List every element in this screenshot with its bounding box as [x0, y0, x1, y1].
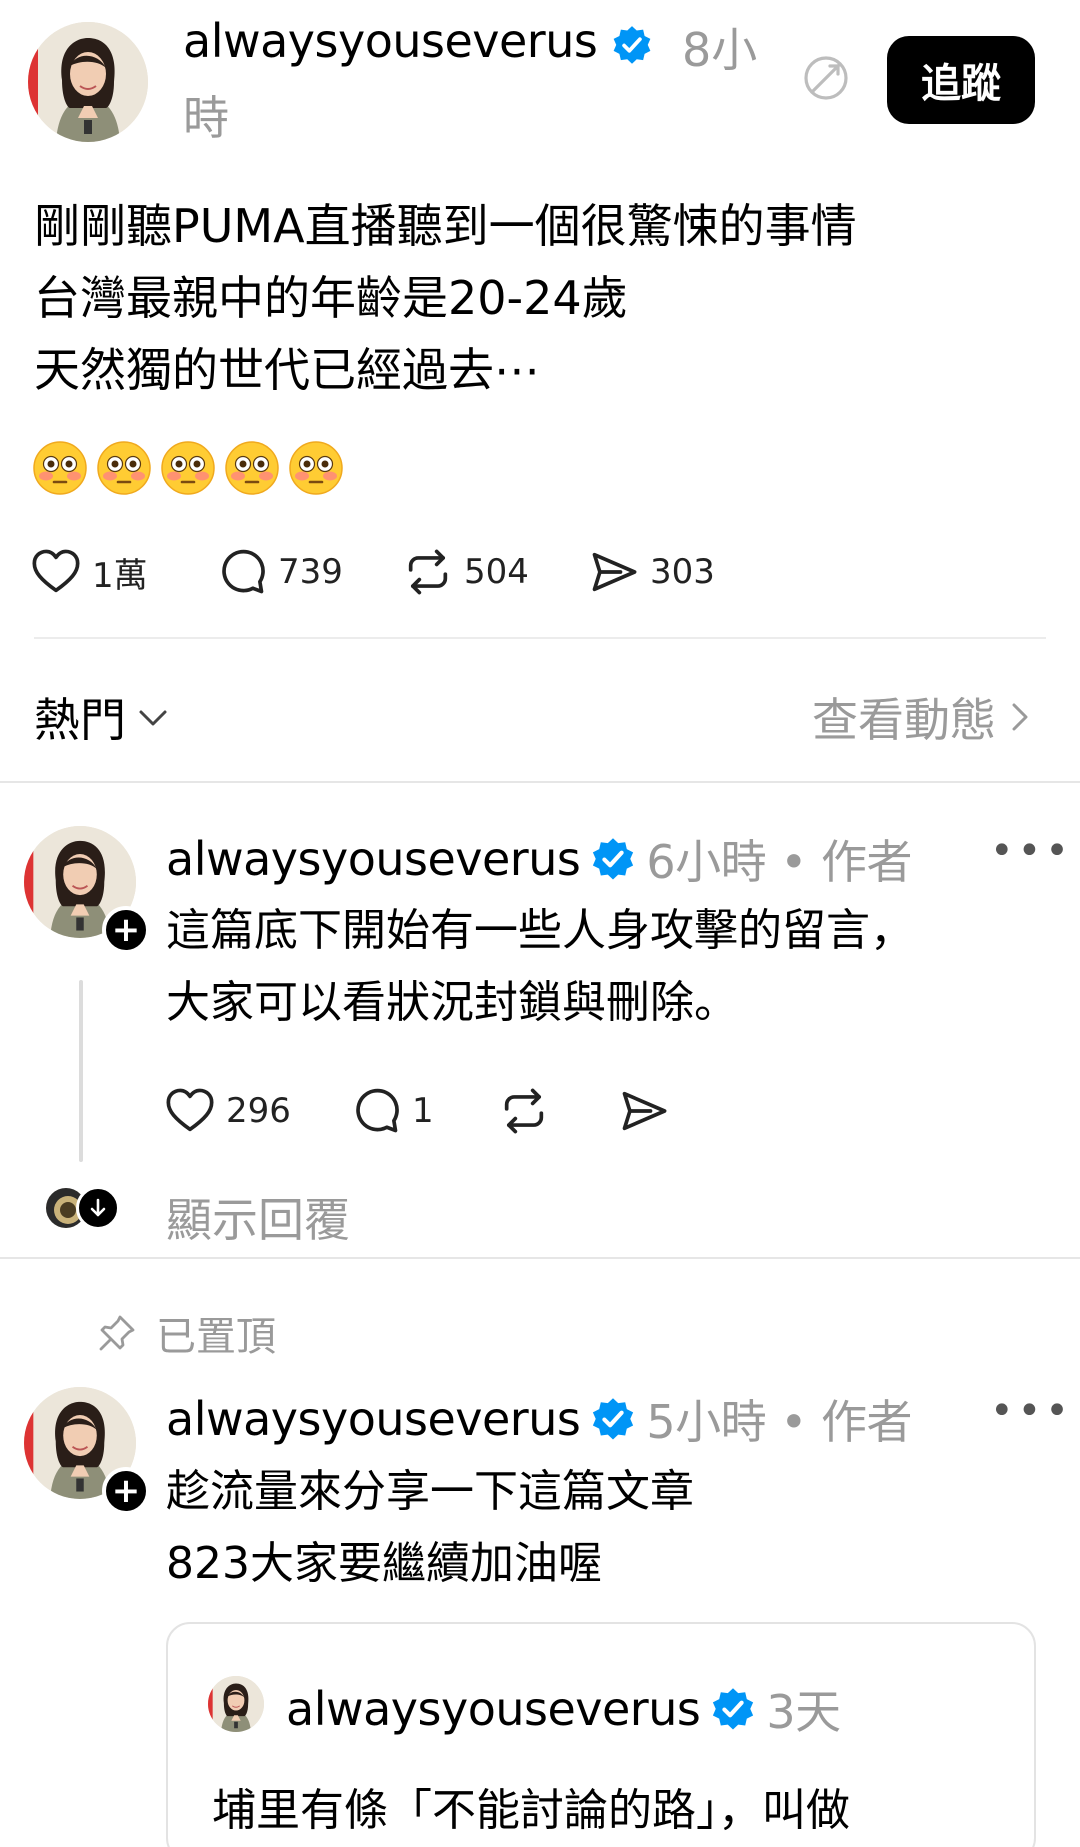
like-count: 296 — [226, 1091, 291, 1131]
section-divider — [0, 781, 1080, 783]
flushed-face-emoji-icon — [288, 440, 344, 496]
heart-icon — [164, 1085, 216, 1137]
quoted-author-username: alwaysyouseverus 3天 — [286, 1676, 841, 1742]
thread-line — [79, 980, 83, 1162]
share-count: 303 — [650, 552, 715, 592]
replier-avatars[interactable] — [44, 1186, 120, 1230]
reply-username-text[interactable]: alwaysyouseverus — [166, 1392, 581, 1446]
comment-count: 1 — [412, 1091, 434, 1131]
flushed-face-emoji-icon — [96, 440, 152, 496]
quoted-author-avatar — [208, 1676, 264, 1732]
show-replies-link[interactable]: 顯示回覆 — [166, 1184, 350, 1250]
share-icon — [618, 1085, 670, 1137]
chevron-down-icon — [139, 710, 167, 726]
sort-dropdown[interactable]: 熱門 — [34, 684, 170, 750]
post-username-text[interactable]: alwaysyouseverus — [183, 14, 598, 68]
quoted-post-card[interactable]: alwaysyouseverus 3天 埔里有條「不能討論的路」，叫做 — [166, 1622, 1036, 1847]
more-options-icon[interactable]: ••• — [990, 1388, 1073, 1434]
reply-author-username[interactable]: alwaysyouseverus 6小時 • 作者 — [166, 826, 912, 892]
comment-icon — [350, 1085, 402, 1137]
chevron-right-icon — [1012, 703, 1028, 731]
follow-plus-icon[interactable]: + — [102, 906, 150, 954]
post-timestamp: 8小 — [682, 23, 758, 77]
post-author-avatar[interactable] — [28, 22, 148, 142]
verified-icon — [611, 24, 653, 66]
reply-meta: 6小時 • 作者 — [646, 835, 912, 889]
verified-icon — [710, 1686, 756, 1732]
divider — [34, 637, 1046, 639]
follow-plus-icon[interactable]: + — [102, 1467, 150, 1515]
pinned-indicator: 已置頂 — [96, 1304, 276, 1362]
post-timestamp-wrap: 時 — [183, 91, 229, 145]
quoted-body-text: 埔里有條「不能討論的路」，叫做 — [212, 1785, 850, 1836]
post-body-text: 剛剛聽PUMA直播聽到一個很驚悚的事情 台灣最親中的年齡是20-24歲 天然獨的… — [34, 199, 857, 397]
like-count: 1萬 — [92, 555, 148, 596]
post-action-bar: 1萬 739 504 303 — [30, 546, 774, 598]
share-icon — [588, 546, 640, 598]
heart-icon — [30, 546, 82, 598]
emoji-row — [32, 440, 344, 496]
view-activity-link[interactable]: 查看動態 — [812, 684, 1030, 750]
flushed-face-emoji-icon — [32, 440, 88, 496]
verified-icon — [590, 1396, 636, 1442]
comment-button[interactable]: 739 — [216, 546, 402, 598]
repost-button[interactable] — [498, 1085, 618, 1137]
flushed-face-emoji-icon — [224, 440, 280, 496]
reply-action-bar: 296 1 — [164, 1085, 698, 1137]
repost-count: 504 — [464, 552, 529, 592]
follow-button[interactable]: 追蹤 — [887, 36, 1035, 124]
replies-disabled-icon[interactable] — [800, 52, 852, 104]
reply-body-text: 這篇底下開始有一些人身攻擊的留言， 大家可以看狀況封鎖與刪除。 — [166, 905, 914, 1028]
reply-username-text[interactable]: alwaysyouseverus — [166, 832, 581, 886]
share-button[interactable] — [618, 1085, 698, 1137]
section-divider — [0, 1257, 1080, 1259]
verified-icon — [590, 836, 636, 882]
arrow-down-icon — [76, 1186, 120, 1230]
view-activity-text: 查看動態 — [812, 693, 996, 747]
share-button[interactable]: 303 — [588, 546, 774, 598]
flushed-face-emoji-icon — [160, 440, 216, 496]
repost-button[interactable]: 504 — [402, 546, 588, 598]
like-button[interactable]: 296 — [164, 1085, 350, 1137]
post-author-username[interactable]: alwaysyouseverus — [183, 14, 653, 68]
comment-button[interactable]: 1 — [350, 1085, 498, 1137]
quoted-username-text: alwaysyouseverus — [286, 1682, 701, 1736]
more-options-icon[interactable]: ••• — [990, 828, 1073, 874]
like-button[interactable]: 1萬 — [30, 546, 216, 598]
repost-icon — [498, 1085, 550, 1137]
quoted-timestamp: 3天 — [766, 1685, 841, 1739]
reply-meta: 5小時 • 作者 — [646, 1395, 912, 1449]
sort-label-text: 熱門 — [34, 693, 126, 747]
comment-icon — [216, 546, 268, 598]
pinned-label: 已置頂 — [156, 1314, 276, 1360]
reply-author-username[interactable]: alwaysyouseverus 5小時 • 作者 — [166, 1386, 912, 1452]
reply-body-text: 趁流量來分享一下這篇文章 823大家要繼續加油喔 — [166, 1466, 694, 1589]
comment-count: 739 — [278, 552, 343, 592]
repost-icon — [402, 546, 454, 598]
pin-icon — [99, 1315, 135, 1351]
